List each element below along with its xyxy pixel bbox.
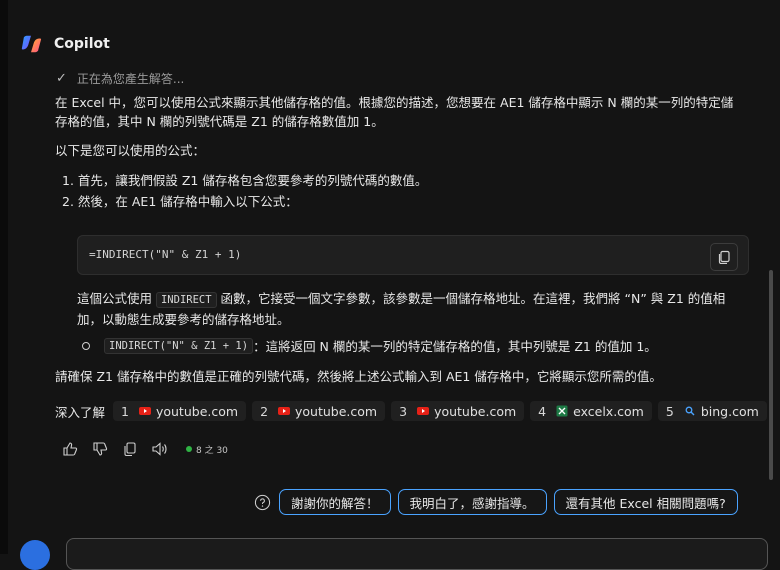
source-number: 4 xyxy=(538,403,547,419)
copy-icon xyxy=(718,250,730,264)
source-site: youtube.com xyxy=(434,403,517,419)
youtube-icon xyxy=(417,407,430,415)
closing-paragraph: 請確保 Z1 儲存格中的數值是正確的列號代碼，然後將上述公式輸入到 AE1 儲存… xyxy=(55,369,662,384)
left-edge-strip xyxy=(0,0,8,554)
like-button[interactable] xyxy=(60,440,80,458)
question-bubble-icon xyxy=(254,494,271,510)
response-actions: 8 之 30 xyxy=(60,440,228,458)
source-number: 2 xyxy=(260,403,269,419)
explanation-line-2: 加，以動態生成要參考的儲存格地址。 xyxy=(77,312,290,327)
bing-search-icon xyxy=(685,406,695,416)
explanation-post: 函數，它接受一個文字參數，該參數是一個儲存格地址。在這裡，我們將 “N” 與 Z… xyxy=(216,291,726,306)
generating-status: ✓ 正在為您產生解答... xyxy=(56,70,184,87)
formula-intro: 以下是您可以使用的公式： xyxy=(55,143,206,158)
response-counter: 8 之 30 xyxy=(186,443,228,456)
suggestion-bar: 謝謝你的解答！ 我明白了，感謝指導。 還有其他 Excel 相關問題嗎? xyxy=(254,489,745,515)
youtube-icon xyxy=(278,407,291,415)
step-1: 1. 首先，讓我們假設 Z1 儲存格包含您要參考的列號代碼的數值。 xyxy=(62,173,428,188)
step-2: 2. 然後，在 AE1 儲存格中輸入以下公式： xyxy=(62,194,298,209)
formula-explanation: 這個公式使用 INDIRECT 函數，它接受一個文字參數，該參數是一個儲存格地址… xyxy=(77,289,757,329)
source-site: youtube.com xyxy=(295,403,378,419)
bullet-circle-icon xyxy=(82,341,90,350)
copilot-window: Copilot ✓ 正在為您產生解答... 在 Excel 中，您可以使用公式來… xyxy=(0,0,780,570)
answer-intro-line-2: 存格的值，其中 N 欄的列號代碼是 Z1 的儲存格數值加 1。 xyxy=(55,114,384,129)
answer-intro: 在 Excel 中，您可以使用公式來顯示其他儲存格的值。根據您的描述，您想要在 … xyxy=(55,93,755,131)
code-block: =INDIRECT("N" & Z1 + 1) xyxy=(77,235,749,275)
copy-code-button[interactable] xyxy=(710,243,738,271)
learn-more-label: 深入了解 xyxy=(55,404,106,420)
bullet-text: ：這將返回 N 欄的某一列的特定儲存格的值，其中列號是 Z1 的值加 1。 xyxy=(253,339,657,354)
source-link-5[interactable]: 5 bing.com xyxy=(657,401,767,421)
learn-more-bar: 深入了解 1 youtube.com 2 youtube.com 3 youtube.… xyxy=(55,401,773,421)
suggestion-chip-3[interactable]: 還有其他 Excel 相關問題嗎? xyxy=(553,489,738,515)
suggestion-chip-1[interactable]: 謝謝你的解答！ xyxy=(279,489,391,515)
source-site: excelx.com xyxy=(573,403,644,419)
speaker-icon xyxy=(152,442,167,456)
source-site: bing.com xyxy=(700,403,759,419)
copy-response-button[interactable] xyxy=(120,440,140,458)
status-text: 正在為您產生解答... xyxy=(76,72,185,86)
source-site: youtube.com xyxy=(155,403,239,419)
source-link-2[interactable]: 2 youtube.com xyxy=(252,401,386,421)
app-title: Copilot xyxy=(54,36,110,52)
suggestion-chip-2[interactable]: 我明白了，感謝指導。 xyxy=(397,489,547,515)
code-text: =INDIRECT("N" & Z1 + 1) xyxy=(89,248,242,261)
status-dot-icon xyxy=(186,446,192,452)
formula-bullet: INDIRECT("N" & Z1 + 1) ：這將返回 N 欄的某一列的特定儲… xyxy=(82,336,657,355)
explanation-line-1: 這個公式使用 INDIRECT 函數，它接受一個文字參數，該參數是一個儲存格地址… xyxy=(77,289,757,310)
new-topic-button[interactable] xyxy=(20,540,50,570)
explanation-pre: 這個公式使用 xyxy=(77,291,156,306)
thumbs-up-icon xyxy=(63,442,78,456)
source-link-3[interactable]: 3 youtube.com xyxy=(391,401,525,421)
source-number: 3 xyxy=(399,403,408,419)
source-link-1[interactable]: 1 youtube.com xyxy=(113,401,247,421)
chat-input[interactable] xyxy=(66,538,768,570)
checkmark-icon: ✓ xyxy=(56,71,67,86)
read-aloud-button[interactable] xyxy=(150,440,170,458)
counter-text: 8 之 30 xyxy=(196,445,228,456)
steps-list: 1. 首先，讓我們假設 Z1 儲存格包含您要參考的列號代碼的數值。 2. 然後，… xyxy=(62,170,427,212)
thumbs-down-icon xyxy=(93,442,108,456)
source-number: 5 xyxy=(665,403,674,419)
answer-intro-line-1: 在 Excel 中，您可以使用公式來顯示其他儲存格的值。根據您的描述，您想要在 … xyxy=(55,95,734,110)
excel-icon xyxy=(556,405,568,417)
scrollbar-thumb[interactable] xyxy=(769,270,773,480)
inline-code-indirect: INDIRECT xyxy=(155,292,217,308)
youtube-icon xyxy=(138,407,151,415)
copilot-logo-icon xyxy=(21,35,42,53)
copy-icon xyxy=(124,442,136,457)
bullet-inline-code: INDIRECT("N" & Z1 + 1) xyxy=(104,337,254,354)
source-link-4[interactable]: 4 excelx.com xyxy=(530,401,652,421)
chat-header: Copilot xyxy=(20,32,110,56)
dislike-button[interactable] xyxy=(90,440,110,458)
source-number: 1 xyxy=(121,403,129,419)
